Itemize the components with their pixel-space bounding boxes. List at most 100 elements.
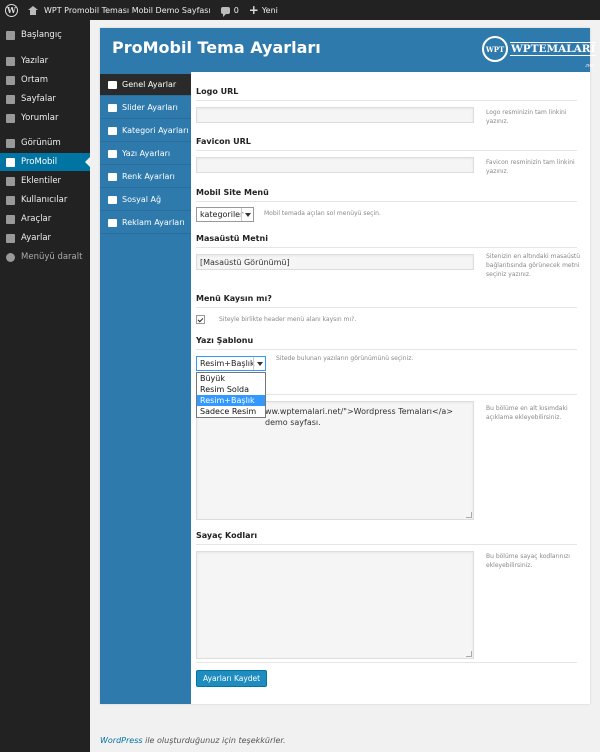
tab-post[interactable]: Yazı Ayarları xyxy=(100,143,191,165)
desktop-text-input[interactable]: [Masaüstü Görünümü] xyxy=(196,254,474,270)
mobile-menu-select[interactable]: kategoriler xyxy=(196,207,254,222)
resize-grip-icon[interactable] xyxy=(466,651,472,657)
brush-icon xyxy=(108,172,117,181)
sidebar-item-appearance[interactable]: Görünüm xyxy=(0,134,90,152)
desktop-text-desc: Sitenizin en altındaki masaüstü bağlantı… xyxy=(486,253,581,278)
tab-color[interactable]: Renk Ayarları xyxy=(100,166,191,188)
mobile-menu-label: Mobil Site Menü xyxy=(196,188,269,197)
admin-footer: WordPress ile oluşturduğunuz için teşekk… xyxy=(100,736,286,745)
sidebar-item-promobil[interactable]: ProMobil xyxy=(0,153,90,171)
mobile-icon xyxy=(6,157,15,167)
counter-label: Sayaç Kodları xyxy=(196,531,258,540)
divider xyxy=(196,150,577,151)
menu-hide-label: Menü Kaysın mı? xyxy=(196,294,272,303)
footer-text-desc: Bu bölüme en alt kısımdaki açıklama ekle… xyxy=(486,405,568,421)
divider xyxy=(196,247,577,248)
footer-thanks: ile oluşturduğunuz için teşekkürler. xyxy=(142,736,286,745)
tab-general[interactable]: Genel Ayarlar xyxy=(100,74,191,96)
divider xyxy=(196,349,577,350)
post-template-dropdown: Büyük Resim Solda Resim+Başlık Sadece Re… xyxy=(196,372,266,418)
wp-logo-menu[interactable]: W xyxy=(0,0,23,20)
admin-sidebar: Başlangıç Yazılar Ortam Sayfalar Yorumla… xyxy=(0,20,90,752)
tab-slider[interactable]: Slider Ayarları xyxy=(100,97,191,119)
logo-url-desc: Logo resminizin tam linkini yazınız. xyxy=(486,109,567,125)
dropdown-option[interactable]: Sadece Resim xyxy=(197,406,265,417)
media-icon xyxy=(6,75,15,85)
sidebar-item-settings[interactable]: Ayarlar xyxy=(0,229,90,247)
ad-icon xyxy=(108,218,117,227)
admin-bar: W WPT Promobil Teması Mobil Demo Sayfası… xyxy=(0,0,600,20)
tab-social[interactable]: Sosyal Ağ xyxy=(100,189,191,211)
home-icon xyxy=(28,5,38,15)
home-icon xyxy=(108,80,117,89)
divider xyxy=(196,100,577,101)
facebook-icon xyxy=(108,195,117,204)
sidebar-item-plugins[interactable]: Eklentiler xyxy=(0,172,90,190)
dropdown-option-highlighted[interactable]: Resim+Başlık xyxy=(197,395,265,406)
mobile-menu-desc: Mobil temada açılan sol menüyü seçin. xyxy=(264,210,381,217)
pin-icon xyxy=(6,56,15,66)
logo-url-input[interactable] xyxy=(196,107,474,123)
sidebar-collapse-menu[interactable]: Menüyü daralt xyxy=(0,248,90,266)
divider xyxy=(196,307,577,308)
new-content-link[interactable]: + Yeni xyxy=(244,0,283,20)
brand-name: WPTEMALARI xyxy=(510,42,597,56)
counter-desc: Bu bölüme sayaç kodlarınızı ekleyebilirs… xyxy=(486,553,570,569)
site-name-link[interactable]: WPT Promobil Teması Mobil Demo Sayfası xyxy=(23,0,216,20)
sidebar-item-media[interactable]: Ortam xyxy=(0,71,90,89)
sidebar-item-tools[interactable]: Araçlar xyxy=(0,210,90,228)
divider xyxy=(196,544,577,545)
menu-hide-checkbox[interactable] xyxy=(196,315,205,324)
post-template-label: Yazı Şablonu xyxy=(196,336,254,345)
tools-icon xyxy=(6,214,15,224)
sidebar-item-comments[interactable]: Yorumlar xyxy=(0,109,90,127)
sidebar-item-pages[interactable]: Sayfalar xyxy=(0,90,90,108)
panel-header: ProMobil Tema Ayarları WPT WPTEMALARI .n… xyxy=(100,28,597,72)
tab-ads[interactable]: Reklam Ayarları xyxy=(100,212,191,234)
tab-category[interactable]: Kategori Ayarları xyxy=(100,120,191,142)
logo-url-label: Logo URL xyxy=(196,87,239,96)
pages-icon xyxy=(6,94,15,104)
save-settings-button[interactable]: Ayarları Kaydet xyxy=(196,670,268,687)
folder-icon xyxy=(108,126,117,135)
chevron-down-icon xyxy=(253,357,265,370)
collapse-icon xyxy=(6,252,15,262)
site-title: WPT Promobil Teması Mobil Demo Sayfası xyxy=(44,5,211,15)
new-label: Yeni xyxy=(261,5,278,15)
favicon-url-input[interactable] xyxy=(196,157,474,173)
wordpress-link[interactable]: WordPress xyxy=(100,736,143,745)
users-icon xyxy=(6,195,15,205)
sidebar-item-dashboard[interactable]: Başlangıç xyxy=(0,26,90,44)
resize-grip-icon[interactable] xyxy=(466,512,472,518)
checkmark-icon xyxy=(197,316,204,322)
dropdown-option[interactable]: Resim Solda xyxy=(197,384,265,395)
pencil-icon xyxy=(108,149,117,158)
panel-title: ProMobil Tema Ayarları xyxy=(112,38,321,57)
dropdown-option[interactable]: Büyük xyxy=(197,373,265,384)
post-template-select[interactable]: Resim+Başlık xyxy=(196,356,266,371)
settings-tabs: Genel Ayarlar Slider Ayarları Kategori A… xyxy=(100,72,191,704)
plugins-icon xyxy=(6,176,15,186)
desktop-text-label: Masaüstü Metni xyxy=(196,234,268,243)
footer-text-textarea[interactable]: ww.wptemalari.net/">Wordpress Temaları</… xyxy=(196,401,474,520)
post-template-desc: Sitede bulunan yazıların görünümünü seçi… xyxy=(276,355,414,362)
chevron-down-icon xyxy=(241,208,253,221)
settings-icon xyxy=(6,233,15,243)
slider-icon xyxy=(108,103,117,112)
divider xyxy=(196,662,577,663)
menu-hide-desc: Siteyle birlikte header menü alanı kaysı… xyxy=(219,316,357,323)
settings-panel: ProMobil Tema Ayarları WPT WPTEMALARI .n… xyxy=(100,28,597,704)
divider xyxy=(196,201,577,202)
counter-textarea[interactable] xyxy=(196,551,474,659)
wordpress-logo-icon: W xyxy=(5,3,18,17)
comments-icon xyxy=(6,113,15,123)
dashboard-icon xyxy=(6,30,15,40)
comment-bubble-icon xyxy=(220,6,230,17)
sidebar-item-users[interactable]: Kullanıcılar xyxy=(0,191,90,209)
plus-icon: + xyxy=(248,3,259,17)
comments-link[interactable]: 0 xyxy=(216,0,244,20)
brand-badge: WPT xyxy=(482,36,508,62)
sidebar-item-posts[interactable]: Yazılar xyxy=(0,52,90,70)
brand-logo: WPT WPTEMALARI .net xyxy=(482,36,597,69)
appearance-icon xyxy=(6,138,15,148)
